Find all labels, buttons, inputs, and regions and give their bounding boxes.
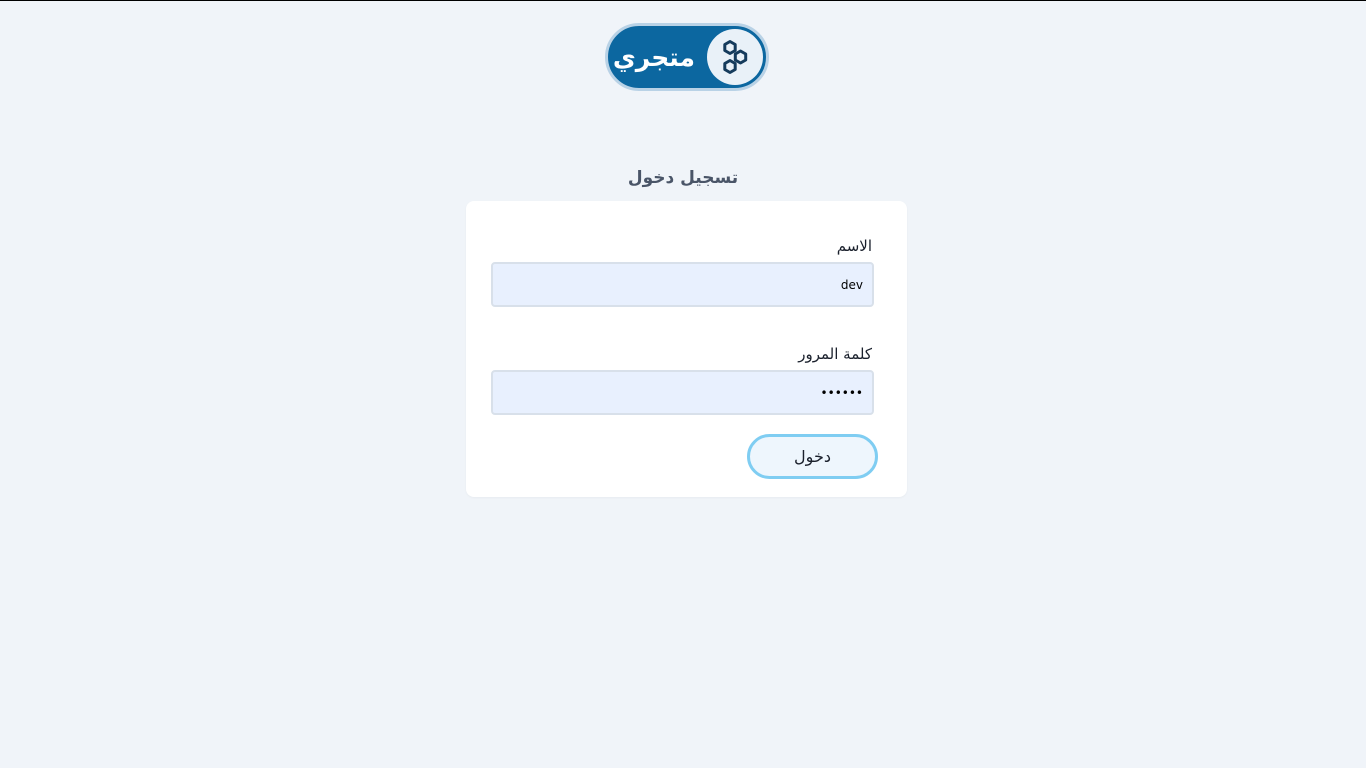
login-button[interactable]: دخول [747,434,878,479]
password-label: كلمة المرور [798,345,872,363]
username-label: الاسم [836,237,872,255]
brand-name: متجري [612,42,695,72]
top-border [0,0,1366,1]
hexagons-icon [707,29,763,85]
username-input[interactable] [491,262,874,307]
login-card: الاسم كلمة المرور دخول [466,201,907,497]
brand-logo[interactable]: متجري [605,23,769,91]
page-title: تسجيل دخول [627,168,739,188]
password-input[interactable] [491,370,874,415]
